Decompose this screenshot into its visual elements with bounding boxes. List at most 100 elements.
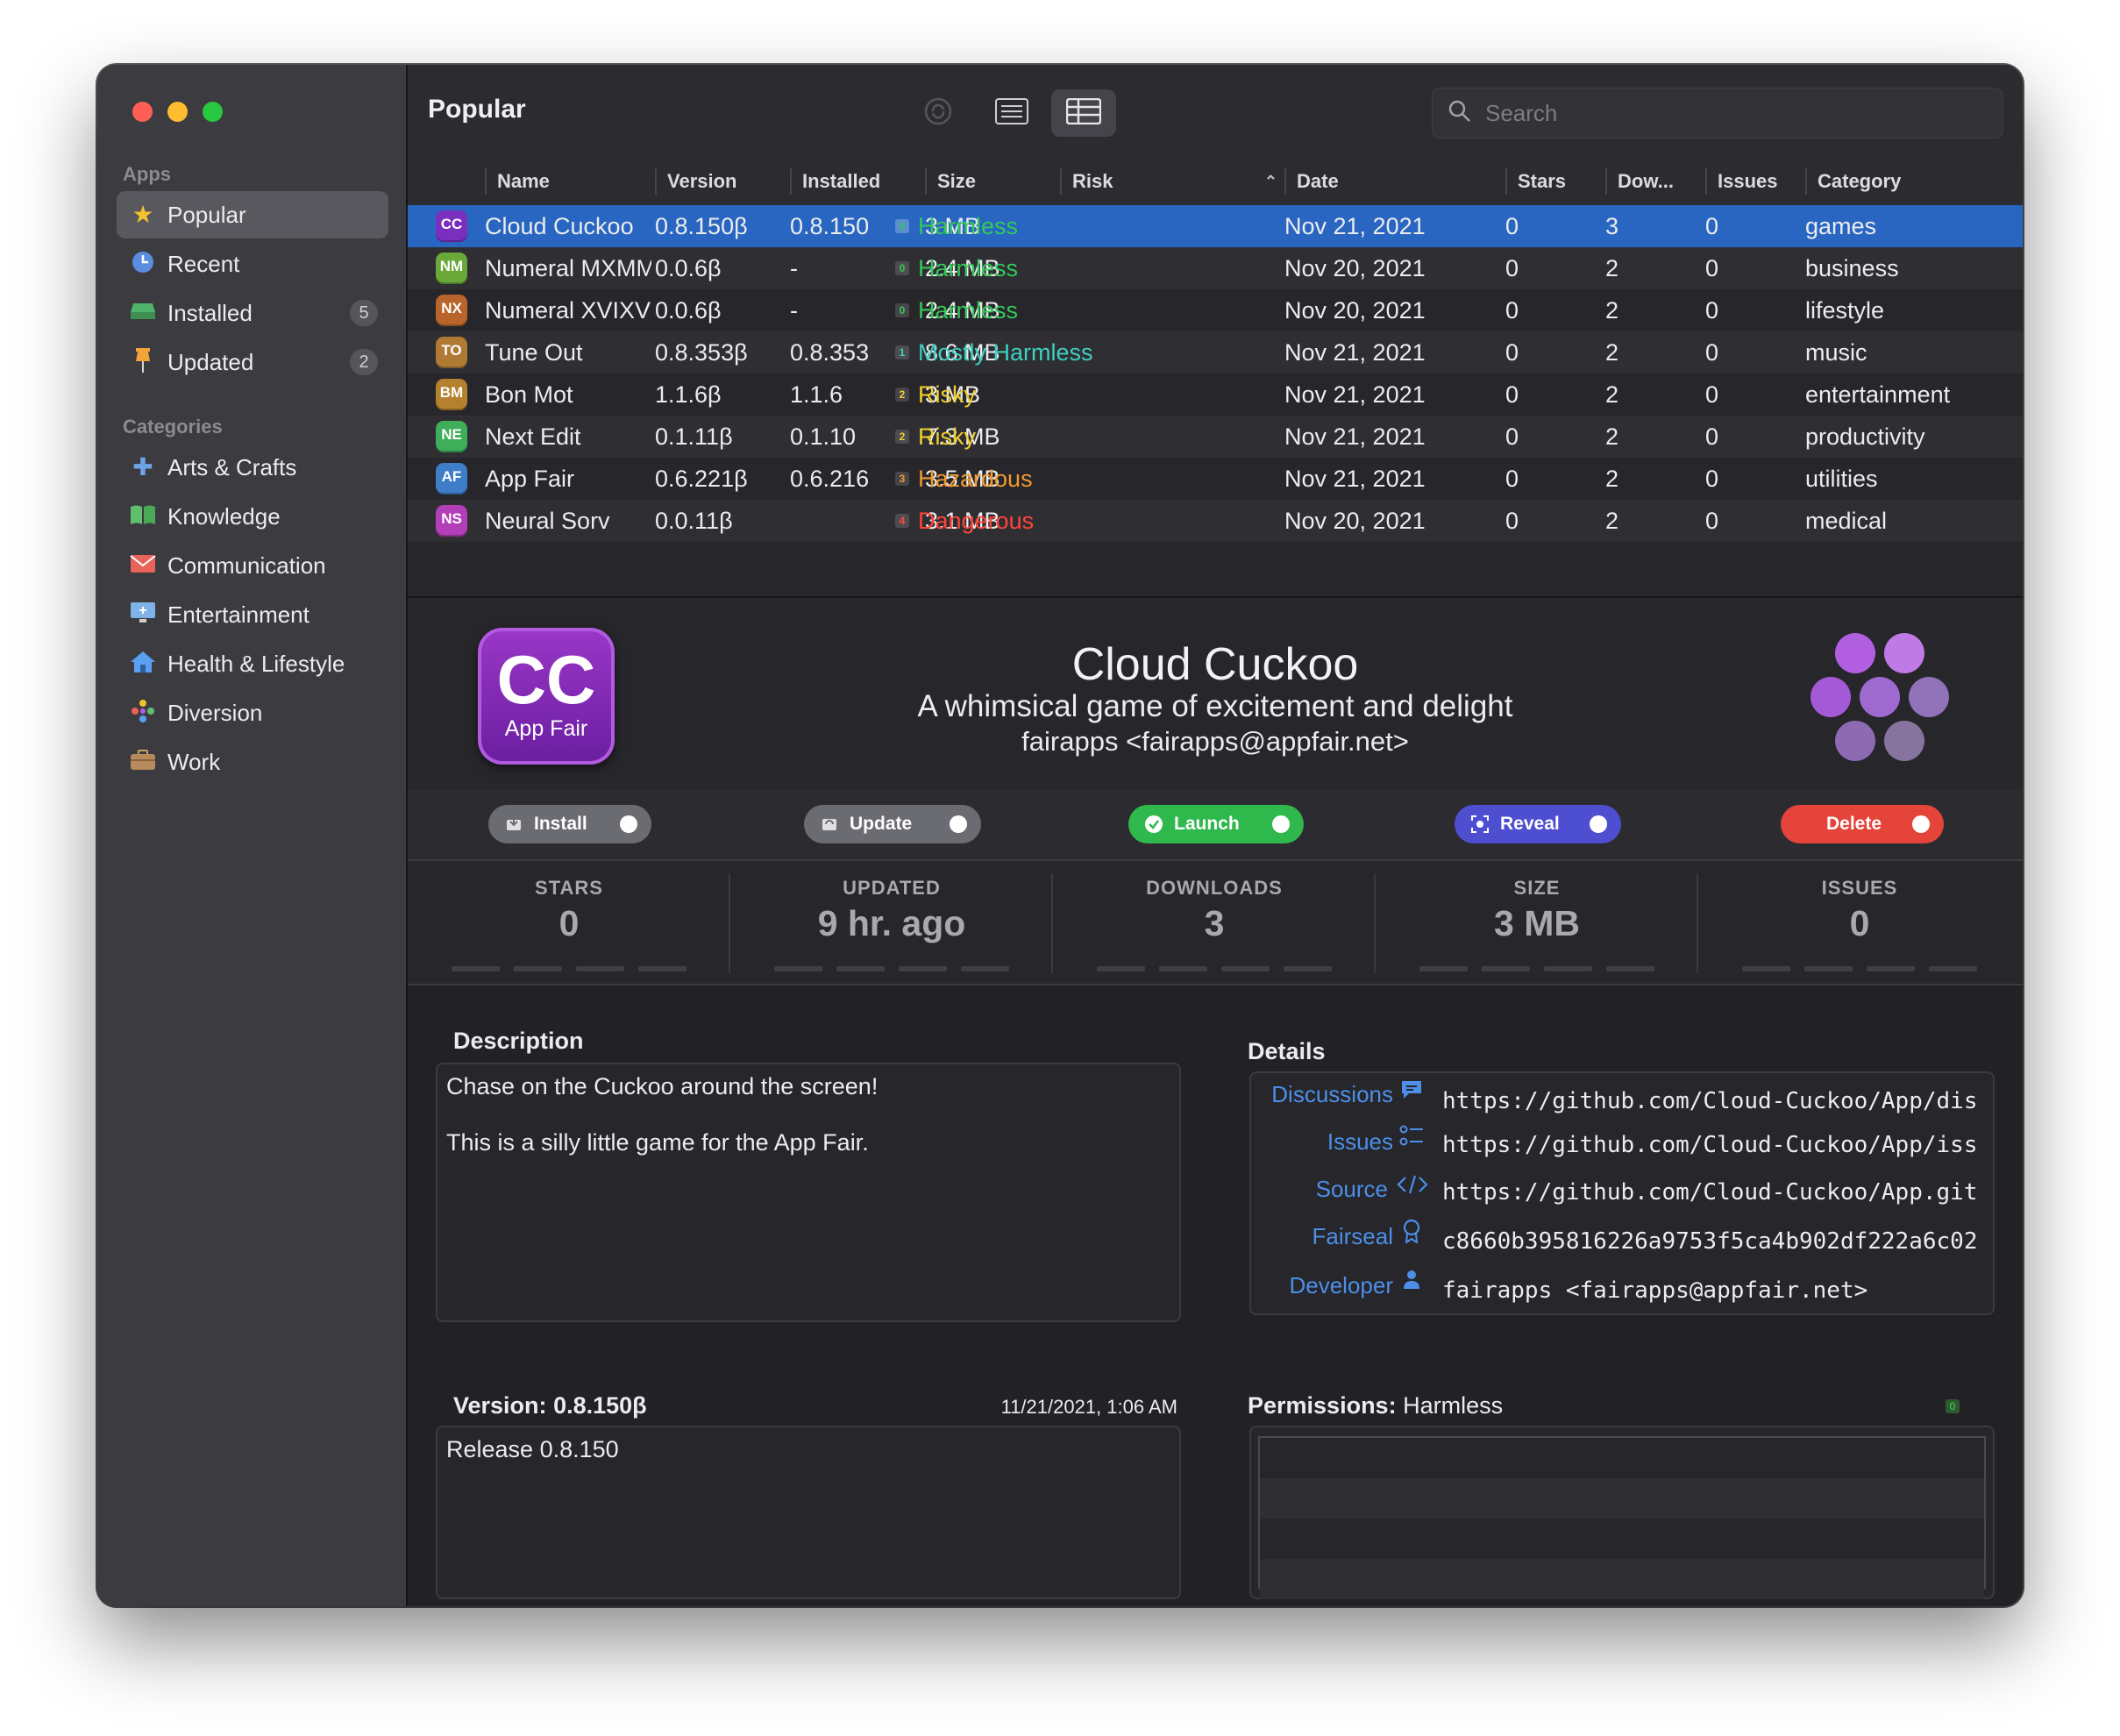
detail-value: fairapps <fairapps@appfair.net> [1442,1277,1868,1304]
cell-version: 0.0.6β [655,297,722,324]
sidebar-item-arts-crafts[interactable]: ✚ Arts & Crafts [117,444,388,491]
dots-icon [127,699,159,728]
detail-row-source[interactable]: Source https://github.com/Cloud-Cuckoo/A… [1251,1171,1993,1206]
refresh-icon [923,96,953,131]
detail-row-fairseal[interactable]: Fairseal c8660b395816226a9753f5ca4b902df… [1251,1219,1993,1255]
sidebar-item-installed[interactable]: Installed 5 [117,289,388,337]
search-field[interactable] [1432,88,2003,139]
detail-value: https://github.com/Cloud-Cuckoo/App.git [1442,1179,1978,1206]
cell-downloads: 2 [1605,381,1619,408]
table-row[interactable]: NS Neural Sorv 0.0.11β 3.1 MB Nov 20, 2021 0 2… [408,500,2023,542]
close-button[interactable] [132,102,153,122]
launch-button[interactable]: Launch [1128,805,1304,843]
search-input[interactable] [1483,98,1978,128]
install-button[interactable]: Install [488,805,651,843]
cell-date: Nov 20, 2021 [1284,508,1426,534]
cell-downloads: 2 [1605,255,1619,281]
table-row[interactable]: NMNumeral MXMMXVI0.0.6β-2.4 MBNov 20, 20… [408,247,2023,289]
column-header-category[interactable]: Category [1805,168,1901,195]
column-header-stars[interactable]: Stars [1505,168,1566,195]
cell-issues: 0 [1705,297,1719,324]
column-header-issues[interactable]: Issues [1705,168,1778,195]
sidebar-item-label: Installed [167,299,253,326]
cell-issues: 0 [1705,466,1719,492]
sidebar-item-knowledge[interactable]: Knowledge [117,493,388,540]
refresh-button[interactable] [906,89,971,137]
sidebar-item-popular[interactable]: ★ Popular [117,191,388,238]
detail-label: Developer [1289,1272,1393,1298]
table-row[interactable]: NE Next Edit 0.1.11β 0.1.10 7.3 MB Nov 21, 20… [408,416,2023,458]
cell-date: Nov 20, 2021 [1284,255,1426,281]
table-row[interactable]: AF App Fair 0.6.221β 0.6.216 3.5 MB Nov 21, 2… [408,458,2023,500]
cell-category: entertainment [1805,381,1951,408]
zoom-button[interactable] [203,102,223,122]
toolbar: Popular [408,65,2023,158]
search-icon [1448,100,1471,127]
column-header-downloads[interactable]: Dow... [1605,168,1674,195]
install-icon [504,815,523,834]
column-header-date[interactable]: Date [1284,168,1339,195]
details-box: Discussions https://github.com/Cloud-Cuc… [1249,1071,1995,1315]
column-header-version[interactable]: Version [655,168,736,195]
sidebar-item-label: Diversion [167,699,263,726]
table-row[interactable]: NX Numeral XVIXVX 0.0.6β -2.4 MB Nov 20, 202… [408,289,2023,331]
sidebar-item-work[interactable]: Work [117,738,388,786]
stat-value: 3 MB [1494,903,1580,943]
cell-date: Nov 21, 2021 [1284,466,1426,492]
version-date: 11/21/2021, 1:06 AM [1000,1396,1177,1418]
table-view-button[interactable] [1051,89,1116,137]
app-subtitle: A whimsical game of excitement and delig… [917,689,1513,723]
stat-label: UPDATED [843,877,941,899]
sidebar-item-health-lifestyle[interactable]: Health & Lifestyle [117,640,388,687]
sidebar-item-recent[interactable]: Recent [117,240,388,288]
detail-label: Issues [1327,1128,1393,1155]
description-line: Chase on the Cuckoo around the screen! [446,1073,879,1099]
sidebar-item-label: Knowledge [167,502,281,530]
sidebar-item-updated[interactable]: Updated 2 [117,338,388,386]
release-notes-text: Release 0.8.150 [446,1436,619,1462]
window-controls [132,102,223,122]
install-label: Install [534,814,587,834]
cell-stars: 0 [1505,339,1519,366]
briefcase-icon [127,749,159,775]
table-row[interactable]: BM Bon Mot 1.1.6β 1.1.6 3 MB Nov 21, 2021 0 2 0 e… [408,374,2023,416]
column-header-size[interactable]: Size [925,168,976,195]
sidebar-item-entertainment[interactable]: Entertainment [117,591,388,638]
cell-downloads: 2 [1605,339,1619,366]
app-icon: CC [436,210,467,242]
column-header-risk[interactable]: Risk ⌃ [1060,168,1290,195]
cell-stars: 0 [1505,297,1519,324]
cell-downloads: 2 [1605,508,1619,534]
column-header-installed[interactable]: Installed [790,168,880,195]
cell-name: Neural Sorv [485,508,610,534]
action-bar: Install Update Launch Reveal Delete [408,789,2023,861]
delete-button[interactable]: Delete [1781,805,1944,843]
update-button[interactable]: Update [804,805,981,843]
reveal-button[interactable]: Reveal [1455,805,1621,843]
sidebar-item-label: Entertainment [167,601,309,628]
risk-level-badge: 2 [895,388,909,402]
cell-version: 0.0.11β [655,508,733,534]
detail-row-discussions[interactable]: Discussions https://github.com/Cloud-Cuc… [1251,1077,1993,1114]
cell-stars: 0 [1505,423,1519,450]
table-row[interactable]: CC Cloud Cuckoo 0.8.150β 0.8.150 3 MB Nov 21,… [408,205,2023,247]
cell-date: Nov 20, 2021 [1284,297,1426,324]
detail-label: Source [1315,1176,1388,1202]
column-header-name[interactable]: Name [485,168,550,195]
detail-row-developer[interactable]: Developer fairapps <fairapps@appfair.net… [1251,1266,1993,1304]
puzzle-icon: ✚ [132,453,153,480]
permissions-title: Permissions: Harmless [1248,1392,1504,1419]
detail-row-issues[interactable]: Issues https://github.com/Cloud-Cuckoo/A… [1251,1124,1993,1159]
permissions-box [1249,1426,1995,1599]
details-title: Details [1248,1038,1326,1064]
launch-toggle-knob [1272,815,1290,833]
risk-level-badge: 3 [895,472,909,486]
permissions-list [1258,1436,1986,1599]
cell-downloads: 3 [1605,213,1619,239]
app-table: CC Cloud Cuckoo 0.8.150β 0.8.150 3 MB Nov 21,… [408,205,2023,596]
table-row[interactable]: TO Tune Out 0.8.353β 0.8.353 8.6 MB Nov 21, 2… [408,331,2023,374]
list-view-button[interactable] [979,89,1044,137]
minimize-button[interactable] [167,102,188,122]
sidebar-item-communication[interactable]: Communication [117,542,388,589]
sidebar-item-diversion[interactable]: Diversion [117,689,388,736]
